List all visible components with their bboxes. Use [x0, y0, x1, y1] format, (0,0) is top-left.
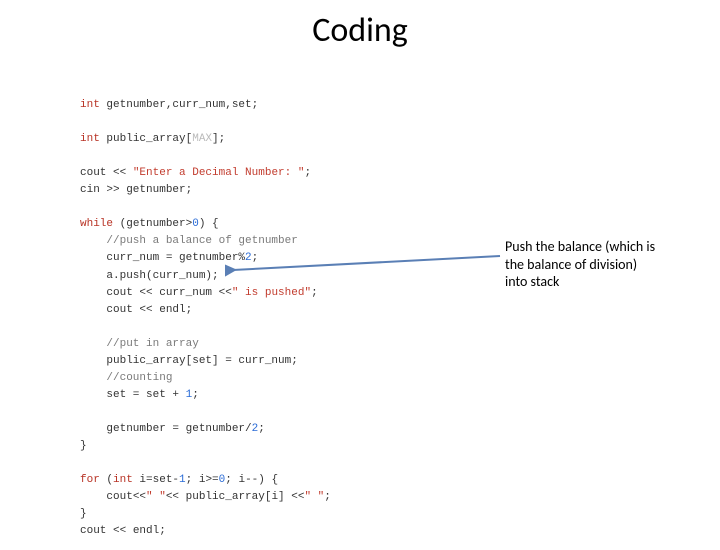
- code-text: ; i>=: [186, 474, 219, 486]
- kw-int: int: [80, 133, 100, 145]
- kw-for: for: [80, 474, 100, 486]
- num: 0: [192, 218, 199, 230]
- code-text: ];: [212, 133, 225, 145]
- annotation-text: Push the balance (which is the balance o…: [505, 238, 690, 291]
- kw-while: while: [80, 218, 113, 230]
- code-text: public_array[i]: [179, 491, 291, 503]
- code-text: getnumber = getnumber/: [80, 423, 252, 435]
- code-text: endl;: [126, 525, 166, 537]
- num: 2: [245, 252, 252, 264]
- code-text: set = set +: [80, 389, 186, 401]
- code-text: i=set-: [133, 474, 179, 486]
- code-text: curr_num = getnumber%: [80, 252, 245, 264]
- code-text: cout: [80, 525, 113, 537]
- annotation-line: the balance of division): [505, 256, 690, 274]
- op: <<: [133, 491, 146, 503]
- code-text: curr_num: [153, 287, 219, 299]
- comment: //put in array: [80, 338, 199, 350]
- string-literal: " ": [146, 491, 166, 503]
- const-max: MAX: [192, 133, 212, 145]
- code-text: ;: [258, 423, 265, 435]
- op: <<: [291, 491, 304, 503]
- code-text: }: [80, 508, 87, 520]
- comment: //push a balance of getnumber: [80, 235, 298, 247]
- code-text: ) {: [199, 218, 219, 230]
- kw-int: int: [80, 99, 100, 111]
- code-text: (getnumber>: [113, 218, 192, 230]
- code-text: ;: [311, 287, 318, 299]
- code-text: endl;: [153, 304, 193, 316]
- code-text: a.push(curr_num);: [80, 270, 219, 282]
- code-text: }: [80, 440, 87, 452]
- code-text: cout: [80, 304, 139, 316]
- op: >>: [106, 184, 119, 196]
- kw-int: int: [113, 474, 133, 486]
- code-text: public_array[: [100, 133, 192, 145]
- comment: //counting: [80, 372, 172, 384]
- op: <<: [219, 287, 232, 299]
- annotation-line: into stack: [505, 273, 690, 291]
- code-block: int getnumber,curr_num,set; int public_a…: [80, 80, 331, 540]
- num: 1: [179, 474, 186, 486]
- op: <<: [139, 304, 152, 316]
- code-text: cout: [80, 167, 113, 179]
- string-literal: "Enter a Decimal Number: ": [126, 167, 304, 179]
- code-text: ;: [304, 167, 311, 179]
- code-text: ; i--) {: [225, 474, 278, 486]
- string-literal: " is pushed": [232, 287, 311, 299]
- code-text: ;: [324, 491, 331, 503]
- code-text: ;: [252, 252, 259, 264]
- code-text: public_array[set] = curr_num;: [80, 355, 298, 367]
- op: <<: [139, 287, 152, 299]
- code-text: (: [100, 474, 113, 486]
- op: <<: [113, 167, 126, 179]
- code-text: getnumber;: [120, 184, 193, 196]
- slide-title: Coding: [0, 10, 720, 51]
- code-text: cout: [80, 491, 133, 503]
- code-text: cin: [80, 184, 106, 196]
- code-text: ;: [192, 389, 199, 401]
- string-literal: " ": [304, 491, 324, 503]
- op: <<: [113, 525, 126, 537]
- annotation-line: Push the balance (which is: [505, 238, 690, 256]
- code-text: cout: [80, 287, 139, 299]
- op: <<: [166, 491, 179, 503]
- code-text: getnumber,curr_num,set;: [100, 99, 258, 111]
